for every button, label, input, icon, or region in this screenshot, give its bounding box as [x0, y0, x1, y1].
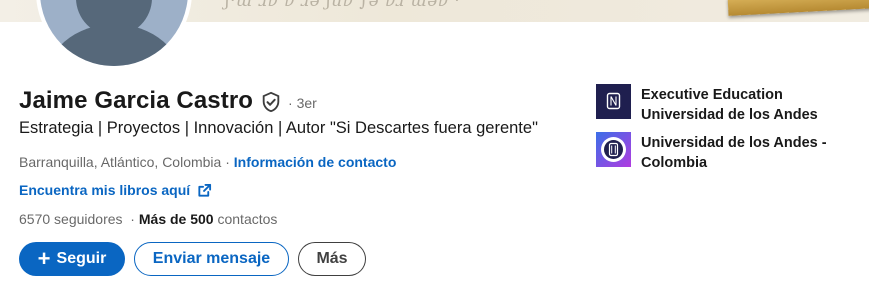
connections-suffix: contactos — [213, 211, 278, 227]
location-separator: · — [221, 154, 234, 170]
location-row: Barranquilla, Atlántico, Colombia · Info… — [19, 154, 396, 170]
cover-book-graphic — [727, 0, 869, 16]
profile-headline: Estrategia | Proyectos | Innovación | Au… — [19, 119, 538, 137]
org2-line1: Universidad de los Andes - — [641, 135, 827, 151]
followers-count[interactable]: 6570 seguidores — [19, 211, 123, 227]
org1-line1: Executive Education — [641, 87, 783, 103]
org2-line2: Colombia — [641, 155, 708, 171]
external-link-icon[interactable] — [197, 183, 212, 198]
more-actions-button[interactable]: Más — [298, 242, 366, 276]
connections-count[interactable]: Más de 500 — [139, 211, 214, 227]
profile-location: Barranquilla, Atlántico, Colombia — [19, 154, 222, 170]
send-message-button[interactable]: Enviar mensaje — [134, 242, 289, 276]
books-row: Encuentra mis libros aquí — [19, 182, 212, 198]
contact-info-link[interactable]: Información de contacto — [234, 154, 397, 170]
org-executive-education[interactable]: Executive Education Universidad de los A… — [596, 84, 818, 125]
avatar-placeholder-icon — [40, 0, 188, 66]
follow-label: Seguir — [56, 250, 107, 267]
connection-degree: · 3er — [288, 94, 317, 111]
profile-name: Jaime Garcia Castro — [19, 87, 254, 114]
plus-icon: + — [37, 246, 51, 271]
follow-button[interactable]: + Seguir — [19, 242, 125, 276]
network-stats: 6570 seguidores · Más de 500 contactos — [19, 211, 277, 227]
cover-banner-art: ʃ·ɯ̃ ɹɐ ɐ ɹǝ ʃuɐ ∫ǝ ɐɹ ɯǝɐ · — [225, 0, 461, 11]
stats-separator: · — [122, 211, 139, 227]
uniandes-logo-icon — [596, 132, 631, 167]
org-universidad-de-los-andes[interactable]: Universidad de los Andes - Colombia — [596, 132, 827, 173]
org1-line2: Universidad de los Andes — [641, 107, 818, 123]
shield-check-icon[interactable] — [260, 91, 282, 113]
books-link[interactable]: Encuentra mis libros aquí — [19, 182, 190, 198]
uniandes-logo-icon — [596, 84, 631, 119]
profile-avatar[interactable] — [36, 0, 192, 70]
name-row: Jaime Garcia Castro · 3er — [19, 87, 317, 115]
